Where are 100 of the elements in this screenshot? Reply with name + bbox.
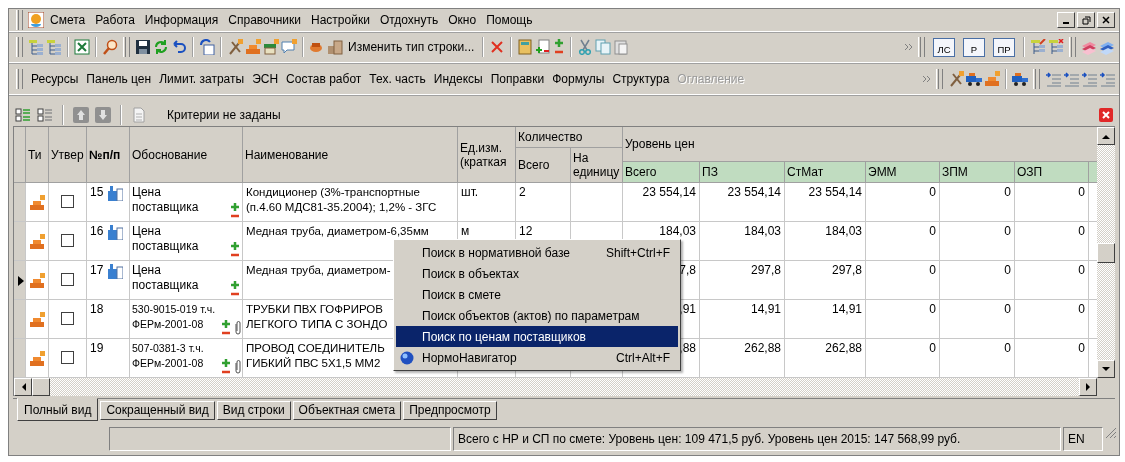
indent-icon[interactable] <box>1099 70 1115 87</box>
books-icon[interactable] <box>1099 39 1115 55</box>
approved-checkbox[interactable] <box>61 312 74 325</box>
tree-edit-icon[interactable] <box>1030 39 1046 55</box>
toolbar-grip[interactable] <box>16 10 23 30</box>
move-down-icon[interactable] <box>95 107 111 123</box>
plus-minus-icon[interactable] <box>220 320 232 336</box>
context-menu-item[interactable]: Поиск по ценам поставщиков <box>396 326 678 347</box>
panel-button[interactable]: Состав работ <box>283 69 365 88</box>
context-menu-item[interactable]: НормоНавигатор Ctrl+Alt+F <box>396 347 678 368</box>
panel-button[interactable]: Тех. часть <box>366 69 429 88</box>
row-indicator[interactable] <box>14 261 26 300</box>
cut-icon[interactable] <box>577 39 594 55</box>
column-header[interactable]: Обоснование <box>130 127 243 183</box>
plus-minus-icon[interactable] <box>553 39 566 55</box>
context-menu-item[interactable]: Поиск в нормативной базе Shift+Ctrl+F <box>396 242 678 263</box>
scroll-up-icon[interactable] <box>1102 133 1110 139</box>
speech-bubble-icon[interactable] <box>281 39 297 55</box>
plus-minus-icon[interactable] <box>229 203 241 219</box>
scroll-left-icon[interactable] <box>20 383 26 391</box>
outdent-icon[interactable] <box>1081 70 1097 87</box>
restore-button[interactable] <box>1077 12 1095 28</box>
boxes-icon[interactable] <box>327 39 343 55</box>
box-icon[interactable] <box>263 39 279 55</box>
tree-icon[interactable] <box>28 39 44 55</box>
truck-icon[interactable] <box>1012 70 1028 87</box>
approved-checkbox[interactable] <box>61 273 74 286</box>
menu-item[interactable]: Информация <box>140 11 223 29</box>
menu-item[interactable]: Отдохнуть <box>375 11 443 29</box>
column-header[interactable]: ПЗ <box>700 162 785 183</box>
tree-insert-icon[interactable] <box>46 39 62 55</box>
column-header[interactable]: Ти <box>26 127 49 183</box>
paperclip-icon[interactable] <box>233 320 241 336</box>
document-plus-icon[interactable] <box>535 39 552 55</box>
plus-minus-icon[interactable] <box>220 359 232 375</box>
estimate-type-button[interactable]: ПР <box>993 37 1015 57</box>
menu-item[interactable]: Справочники <box>224 11 306 29</box>
menu-item[interactable]: Настройки <box>307 11 374 29</box>
menu-item[interactable]: Смета <box>46 11 90 29</box>
change-row-type-button[interactable]: Изменить тип строки... <box>345 38 478 56</box>
view-tab[interactable]: Вид строки <box>216 401 291 420</box>
resize-grip-icon[interactable] <box>1105 427 1117 439</box>
save-icon[interactable] <box>135 39 151 55</box>
toolbar-grip[interactable] <box>1069 37 1076 57</box>
scroll-down-icon[interactable] <box>1102 366 1110 372</box>
column-header[interactable]: Всего <box>623 162 700 183</box>
list-icon[interactable] <box>37 107 53 123</box>
scroll-right-icon[interactable] <box>1085 383 1091 391</box>
column-header[interactable]: ЭММ <box>866 162 940 183</box>
panel-button[interactable]: ЭСН <box>249 69 282 88</box>
context-menu-item[interactable]: Поиск в объектах <box>396 263 678 284</box>
undo-icon[interactable] <box>171 39 187 55</box>
estimate-type-button[interactable]: Р <box>963 37 985 57</box>
indent-icon[interactable] <box>1063 70 1079 87</box>
check-list-icon[interactable] <box>15 107 31 123</box>
calculator-icon[interactable] <box>517 39 534 55</box>
column-header[interactable]: Ед.изм. (краткая <box>458 127 516 183</box>
menu-item[interactable]: Окно <box>444 11 481 29</box>
toolbar-grip[interactable] <box>918 37 925 57</box>
column-header[interactable]: СтМат <box>785 162 866 183</box>
column-header[interactable]: ОЗП <box>1015 162 1089 183</box>
chevron-icon[interactable] <box>922 74 931 83</box>
plus-minus-icon[interactable] <box>229 281 241 297</box>
approved-checkbox[interactable] <box>61 234 74 247</box>
panel-button[interactable]: Поправки <box>487 69 548 88</box>
tree-delete-icon[interactable] <box>1048 39 1064 55</box>
menu-item[interactable]: Работа <box>91 11 139 29</box>
menu-item[interactable]: Помощь <box>482 11 537 29</box>
copy-icon[interactable] <box>595 39 612 55</box>
context-menu-item[interactable]: Поиск в смете <box>396 284 678 305</box>
column-header[interactable]: Всего <box>516 148 571 183</box>
column-header[interactable]: ЗПМ <box>940 162 1015 183</box>
toolbar-grip[interactable] <box>1033 68 1040 89</box>
app-icon[interactable] <box>28 12 44 28</box>
approved-checkbox[interactable] <box>61 195 74 208</box>
close-icon[interactable] <box>1099 108 1113 122</box>
spreadsheet-icon[interactable] <box>74 39 90 55</box>
truck-icon[interactable] <box>966 70 982 87</box>
toolbar-grip[interactable] <box>16 68 23 89</box>
toolbar-grip[interactable] <box>16 37 23 57</box>
close-button[interactable] <box>1097 12 1115 28</box>
panel-button[interactable]: Ресурсы <box>28 69 82 88</box>
panel-button[interactable]: Формулы <box>549 69 608 88</box>
scroll-thumb[interactable] <box>32 378 50 396</box>
undo-document-icon[interactable] <box>199 39 215 55</box>
bricks-icon[interactable] <box>245 39 261 55</box>
paste-icon[interactable] <box>613 39 630 55</box>
panel-button[interactable]: Лимит. затраты <box>156 69 248 88</box>
search-icon[interactable] <box>102 39 118 55</box>
context-menu-item[interactable]: Поиск объектов (актов) по параметрам <box>396 305 678 326</box>
delete-icon[interactable] <box>489 39 506 55</box>
view-tab[interactable]: Предпросмотр <box>403 401 497 420</box>
chevron-icon[interactable] <box>904 43 913 51</box>
toolbar-grip[interactable] <box>936 68 943 89</box>
view-tab[interactable]: Сокращенный вид <box>100 401 215 420</box>
horizontal-scrollbar[interactable] <box>13 378 1115 396</box>
estimate-type-button[interactable]: ЛС <box>933 37 955 57</box>
column-header[interactable]: №п/п <box>87 127 130 183</box>
move-up-icon[interactable] <box>73 107 89 123</box>
panel-button[interactable]: Индексы <box>430 69 486 88</box>
